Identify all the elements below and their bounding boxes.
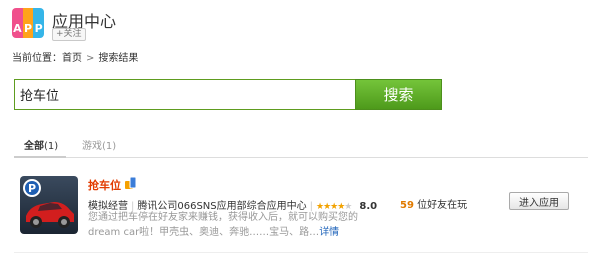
breadcrumb: 当前位置：首页 > 搜索结果	[12, 49, 138, 64]
result-score: 8.0	[359, 201, 378, 212]
friends-count: 59	[400, 200, 414, 211]
search-button[interactable]: 搜索	[355, 79, 442, 110]
search-input[interactable]	[14, 79, 356, 110]
tab-active-indicator	[14, 156, 66, 158]
tab-all[interactable]: 全部(1)	[24, 137, 58, 152]
follow-button[interactable]: +关注	[52, 28, 86, 41]
breadcrumb-home-link[interactable]: 首页	[62, 53, 82, 64]
friends-playing: 59 位好友在玩	[400, 196, 467, 211]
breadcrumb-separator: >	[86, 53, 95, 64]
breadcrumb-prefix: 当前位置：	[12, 53, 62, 64]
enter-app-button[interactable]: 进入应用	[509, 192, 569, 210]
app-center-logo: A P P	[12, 8, 44, 38]
logo-letter-p2: P	[33, 8, 44, 38]
logo-letter-p1: P	[22, 8, 34, 38]
tab-games-count: (1)	[102, 141, 117, 152]
tab-games[interactable]: 游戏(1)	[82, 137, 116, 152]
tab-all-label: 全部	[24, 141, 44, 152]
tab-games-label: 游戏	[82, 141, 102, 152]
result-more-link[interactable]: 详情	[319, 227, 339, 238]
result-app-name[interactable]: 抢车位	[88, 177, 121, 193]
result-description: 您通过把车停在好友家来赚钱，获得收入后，就可以购买您的dream car啦！甲壳…	[88, 210, 358, 240]
tab-all-count: (1)	[44, 141, 59, 152]
tab-divider	[14, 157, 588, 158]
friends-suffix: 位好友在玩	[417, 200, 468, 211]
result-description-text: 您通过把车停在好友家来赚钱，获得收入后，就可以购买您的dream car啦！甲壳…	[88, 212, 358, 238]
parking-p-icon: P	[28, 182, 36, 195]
result-divider	[14, 252, 588, 253]
logo-letter-a: A	[12, 8, 23, 38]
breadcrumb-current: 搜索结果	[98, 53, 139, 64]
mobile-badge-icon	[124, 176, 138, 193]
app-icon-parking[interactable]: P	[20, 176, 78, 234]
